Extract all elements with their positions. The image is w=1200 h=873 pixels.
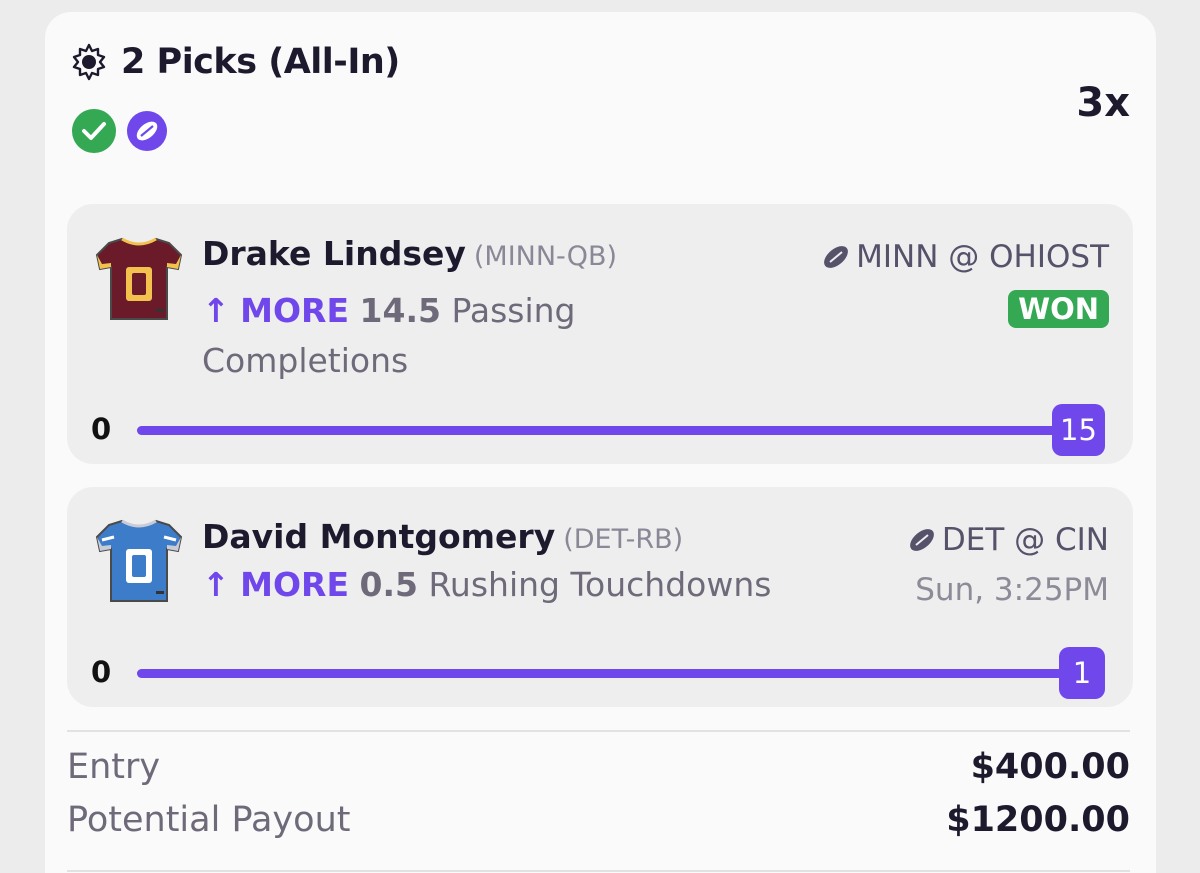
projection-value: 0.5 [359,565,418,604]
football-badge-icon [127,111,167,151]
player-team-position: (DET-RB) [563,524,684,555]
direction-label: MORE [240,565,350,604]
progress-start-label: 0 [91,412,112,446]
divider [67,730,1130,732]
arrow-up-icon: ↑ [202,565,230,604]
projection-value: 14.5 [359,291,441,330]
progress-bar: 1 [137,647,1105,699]
football-icon [910,529,934,551]
projection-line: ↑ MORE 0.5 Rushing Touchdowns [202,560,842,610]
jersey-icon [95,237,183,320]
divider [67,870,1130,872]
football-icon [824,246,849,268]
matchup: MINN @ OHIOST [820,239,1109,275]
pick-card[interactable]: David Montgomery (DET-RB) ↑ MORE 0.5 Rush… [67,487,1133,707]
player-team-position: (MINN-QB) [473,241,618,272]
player-name: David Montgomery [202,517,556,556]
progress-fill [137,426,1093,435]
check-circle-icon [72,109,116,153]
entry-card: 2 Picks (All-In) 3x Drake Lindsey (MINN-Q… [45,12,1156,873]
entry-row: Entry $400.00 [67,747,1130,787]
player-name-line: David Montgomery (DET-RB) [202,517,683,556]
sun-icon [72,43,106,81]
entry-amount: $400.00 [970,747,1130,787]
game-time: Sun, 3:25PM [915,572,1109,608]
matchup: DET @ CIN [906,522,1109,558]
progress-start-label: 0 [91,655,112,689]
matchup-text: MINN @ OHIOST [856,239,1109,275]
matchup-text: DET @ CIN [941,522,1109,558]
status-badge: WON [1008,290,1109,328]
arrow-up-icon: ↑ [202,291,230,330]
stat-type: Rushing Touchdowns [428,565,772,604]
progress-value-badge: 1 [1059,647,1105,699]
payout-multiplier: 3x [1076,80,1130,126]
payout-label: Potential Payout [67,800,351,840]
payout-amount: $1200.00 [946,800,1130,840]
jersey-icon [95,519,183,602]
pick-status-icons [71,108,169,154]
player-name: Drake Lindsey [202,234,466,273]
player-name-line: Drake Lindsey (MINN-QB) [202,234,617,273]
entry-title: 2 Picks (All-In) [69,42,400,82]
progress-value-badge: 15 [1052,404,1105,456]
entry-label: Entry [67,747,161,787]
progress-fill [137,669,1093,678]
pick-card[interactable]: Drake Lindsey (MINN-QB) ↑ MORE 14.5 Passi… [67,204,1133,464]
progress-bar: 15 [137,404,1105,456]
direction-label: MORE [240,291,350,330]
payout-row: Potential Payout $1200.00 [67,800,1130,840]
entry-title-text: 2 Picks (All-In) [121,42,400,82]
projection-line: ↑ MORE 14.5 Passing Completions [202,286,632,386]
